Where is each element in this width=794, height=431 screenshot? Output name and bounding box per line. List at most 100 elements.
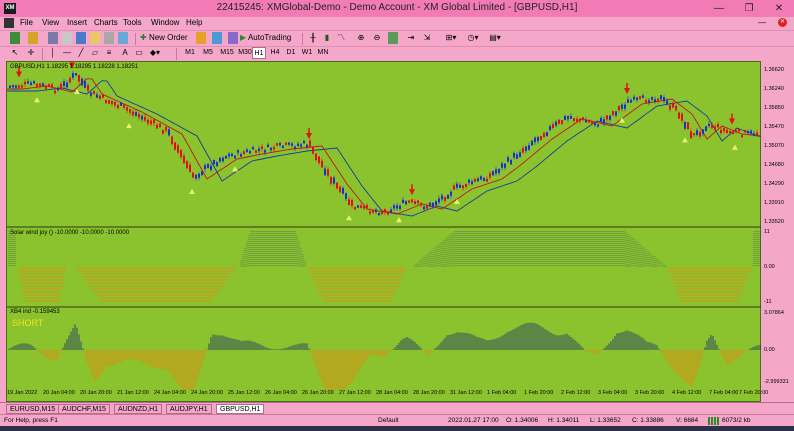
crosshair-icon[interactable]: ✛ [26,47,36,59]
autoscroll-icon[interactable]: ⇲ [422,32,432,44]
candle-body [27,81,29,84]
candle-body [678,112,680,119]
close-button[interactable]: ✕ [764,0,794,17]
text-icon[interactable]: A [120,47,130,59]
candle-body [105,99,107,104]
timeframe-h4[interactable]: H4 [268,47,282,59]
candle-body [42,83,44,87]
candle-body [66,82,68,88]
candle-body [570,116,572,119]
price-tick: 1.35070 [764,143,784,149]
timeframe-h1[interactable]: H1 [252,47,266,59]
line-chart-icon[interactable]: 〽 [336,32,346,44]
timeframe-mn[interactable]: MN [316,47,330,59]
tab-audchf-m15[interactable]: AUDCHF,M15 [58,404,110,414]
candle-body [102,94,104,98]
candle-body [510,159,512,165]
data-window-icon[interactable] [62,32,72,44]
candle-body [426,206,428,209]
vertical-line-icon[interactable]: │ [48,47,58,59]
bar-volume: V: 6684 [676,417,699,424]
profiles-icon[interactable] [28,32,38,44]
candle-body [669,105,671,110]
market-watch-icon[interactable] [48,32,58,44]
buy-arrow-icon [454,199,460,204]
toolbar-separator [302,33,303,45]
candle-body [558,119,560,124]
horizontal-line-icon[interactable]: — [62,47,72,59]
menu-help[interactable]: Help [186,18,202,27]
menu-file[interactable]: File [20,18,33,27]
zoom-out-icon[interactable]: ⊖ [372,32,382,44]
new-order-button[interactable]: ✚ New Order [140,32,192,44]
windows-icon[interactable] [118,32,128,44]
tab-audnzd-h1[interactable]: AUDNZD,H1 [114,404,163,414]
timeframe-d1[interactable]: D1 [284,47,298,59]
candle-body [15,85,17,88]
candle-body [564,115,566,120]
maximize-button[interactable]: ❐ [734,0,764,17]
templates-icon[interactable]: ▤▾ [488,32,502,44]
candle-body [390,209,392,213]
candle-body [243,151,245,154]
cursor-icon[interactable]: ↖ [10,47,20,59]
trendline-icon[interactable]: ╱ [76,47,86,59]
metaeditor-icon[interactable] [196,32,206,44]
chart-window[interactable]: GBPUSD,H1 1.18295 1.18295 1.18228 1.1825… [6,61,762,402]
timeframe-m15[interactable]: M15 [218,47,236,59]
candle-body [357,205,359,208]
candle-body [156,124,158,129]
price-axis: 1.36620 1.36240 1.35850 1.35470 1.35070 … [761,61,791,402]
candlestick-icon[interactable]: ▮ [322,32,332,44]
tab-gbpusd-h1[interactable]: GBPUSD,H1 [216,404,265,414]
timeframe-m5[interactable]: M5 [200,47,216,59]
candle-body [615,111,617,116]
indicators-icon[interactable]: ⊞▾ [444,32,458,44]
candle-body [657,98,659,101]
candle-body [393,205,395,209]
menu-insert[interactable]: Insert [67,18,87,27]
label-icon[interactable]: ▭ [134,47,144,59]
signals-icon[interactable] [212,32,222,44]
autotrading-button[interactable]: ▶ AutoTrading [240,32,298,44]
candle-body [483,177,485,181]
menu-window[interactable]: Window [151,18,179,27]
menu-bar: File View Insert Charts Tools Window Hel… [0,17,794,30]
channel-icon[interactable]: ▱ [90,47,100,59]
candle-body [591,120,593,124]
child-minimize-icon[interactable]: — [758,18,766,27]
navigator-icon[interactable] [76,32,86,44]
menu-charts[interactable]: Charts [94,18,118,27]
candle-body [162,129,164,134]
shapes-icon[interactable]: ◆▾ [148,47,162,59]
candle-body [609,115,611,120]
menu-tools[interactable]: Tools [123,18,142,27]
candle-body [159,123,161,128]
candle-body [240,154,242,157]
chart-shift-icon[interactable]: ⇥ [406,32,416,44]
zoom-in-icon[interactable]: ⊕ [356,32,366,44]
candle-body [279,143,281,146]
tab-eurusd-m15[interactable]: EURUSD,M15 [6,404,60,414]
menu-view[interactable]: View [42,18,59,27]
child-close-icon[interactable]: ✕ [778,18,787,27]
tab-audjpy-h1[interactable]: AUDJPY,H1 [166,404,212,414]
tester-icon[interactable] [104,32,114,44]
bar-chart-icon[interactable]: ╫ [308,32,318,44]
candle-body [489,173,491,178]
candle-body [381,211,383,215]
minimize-button[interactable]: — [704,0,734,17]
timeframe-m1[interactable]: M1 [182,47,198,59]
fibonacci-icon[interactable]: ≡ [104,47,114,59]
new-chart-icon[interactable] [10,32,20,44]
market-icon[interactable] [228,32,238,44]
timeframe-w1[interactable]: W1 [300,47,314,59]
candle-body [675,105,677,111]
periods-icon[interactable]: ◷▾ [466,32,480,44]
tile-windows-icon[interactable] [388,32,398,44]
candle-body [288,142,290,145]
traffic-counter: 6073/2 kb [722,417,751,424]
candle-body [12,84,14,88]
candle-body [147,119,149,124]
terminal-icon[interactable] [90,32,100,44]
